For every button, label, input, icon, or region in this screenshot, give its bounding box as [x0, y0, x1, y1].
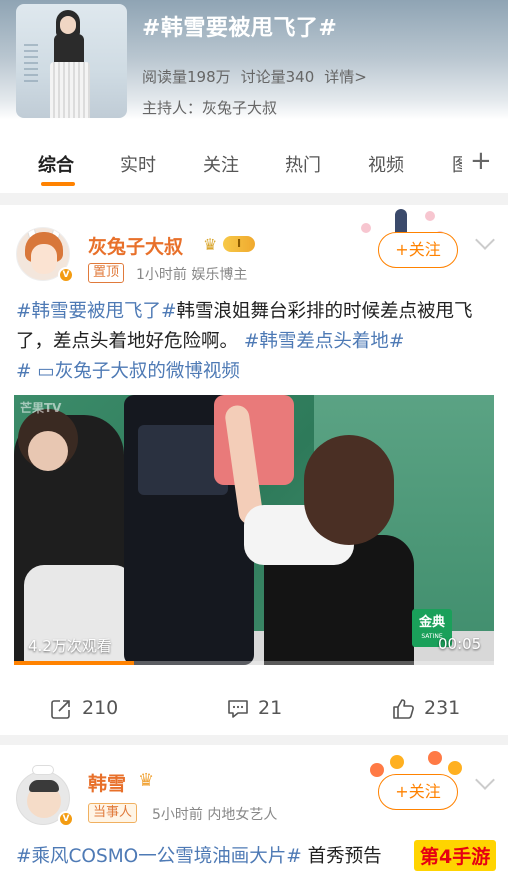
video-duration: 00:05 — [438, 635, 482, 653]
verified-icon: V — [58, 267, 74, 283]
comment-count: 21 — [258, 697, 283, 719]
topic-host[interactable]: 主持人：灰兔子大叔 — [142, 97, 277, 118]
chevron-down-icon[interactable] — [475, 770, 495, 790]
active-tab-indicator — [41, 182, 75, 186]
video-source-link[interactable]: # ▭灰兔子大叔的微博视频 — [16, 361, 240, 382]
follow-button[interactable]: +关注 — [378, 232, 458, 268]
post-body: 首秀预告 — [301, 846, 382, 867]
video-player[interactable]: 芒果TV 金典 SATINE 4.2万次观看 00:05 — [14, 395, 494, 665]
cat-ears-icon — [28, 759, 56, 775]
topic-stats: 阅读量198万 讨论量340 详情> — [142, 66, 377, 87]
member-badge[interactable]: ♛ I — [203, 233, 257, 255]
post-text: #韩雪要被甩飞了#韩雪浪姐舞台彩排的时候差点被甩飞了，差点头着地好危险啊。 #韩… — [16, 297, 494, 387]
role-tag: 当事人 — [88, 803, 138, 823]
comment-icon — [228, 700, 248, 718]
tab-image-partial[interactable]: 图 — [452, 151, 462, 177]
post-card: V 灰兔子大叔 ♛ I 置顶 1小时前 娱乐博主 +关注 #韩雪要被甩飞了#韩雪… — [0, 205, 508, 735]
video-progress-bar[interactable] — [14, 661, 494, 665]
post-meta: 5小时前 内地女艺人 — [152, 807, 278, 823]
topic-title: #韩雪要被甩飞了# — [142, 16, 338, 41]
follow-button[interactable]: +关注 — [378, 774, 458, 810]
tab-hot[interactable]: 热门 — [285, 151, 321, 177]
discussion-count: 讨论量340 — [240, 68, 315, 86]
post-meta: 1小时前 娱乐博主 — [136, 267, 248, 283]
repost-icon — [51, 700, 70, 719]
tab-video[interactable]: 视频 — [368, 151, 404, 177]
username[interactable]: 韩雪 — [88, 769, 126, 796]
topic-link[interactable]: #韩雪差点头着地# — [244, 331, 405, 352]
topic-link[interactable]: #乘风COSMO一公雪境油画大片# — [16, 846, 302, 867]
tab-comprehensive[interactable]: 综合 — [38, 151, 74, 177]
topic-header: #韩雪要被甩飞了# 阅读量198万 讨论量340 详情> 主持人：灰兔子大叔 综合 … — [0, 0, 508, 193]
channel-logo: 芒果TV — [20, 401, 62, 415]
thumbs-up-icon — [393, 699, 414, 719]
repost-count: 210 — [82, 697, 119, 719]
add-tab-icon[interactable]: + — [470, 146, 492, 176]
member-level: I — [223, 236, 255, 252]
detail-link[interactable]: 详情> — [324, 68, 367, 86]
action-bar: 210 21 231 — [0, 691, 508, 727]
read-count: 阅读量198万 — [142, 68, 231, 86]
crown-icon: ♛ — [203, 235, 218, 254]
verified-icon: V — [58, 811, 74, 827]
topic-link[interactable]: #韩雪要被甩飞了# — [16, 301, 177, 322]
topic-cover-image[interactable] — [16, 4, 127, 118]
crown-icon[interactable]: ♛ — [138, 770, 154, 791]
chevron-down-icon[interactable] — [475, 230, 495, 250]
view-count: 4.2万次观看 — [28, 637, 112, 655]
tab-realtime[interactable]: 实时 — [120, 151, 156, 177]
site-watermark: 第4手游 — [414, 840, 497, 871]
like-count: 231 — [424, 697, 461, 719]
username[interactable]: 灰兔子大叔 — [88, 232, 183, 259]
pinned-tag: 置顶 — [88, 263, 125, 283]
tab-bar: 综合 实时 关注 热门 视频 图 + — [0, 146, 508, 192]
tab-following[interactable]: 关注 — [203, 151, 239, 177]
